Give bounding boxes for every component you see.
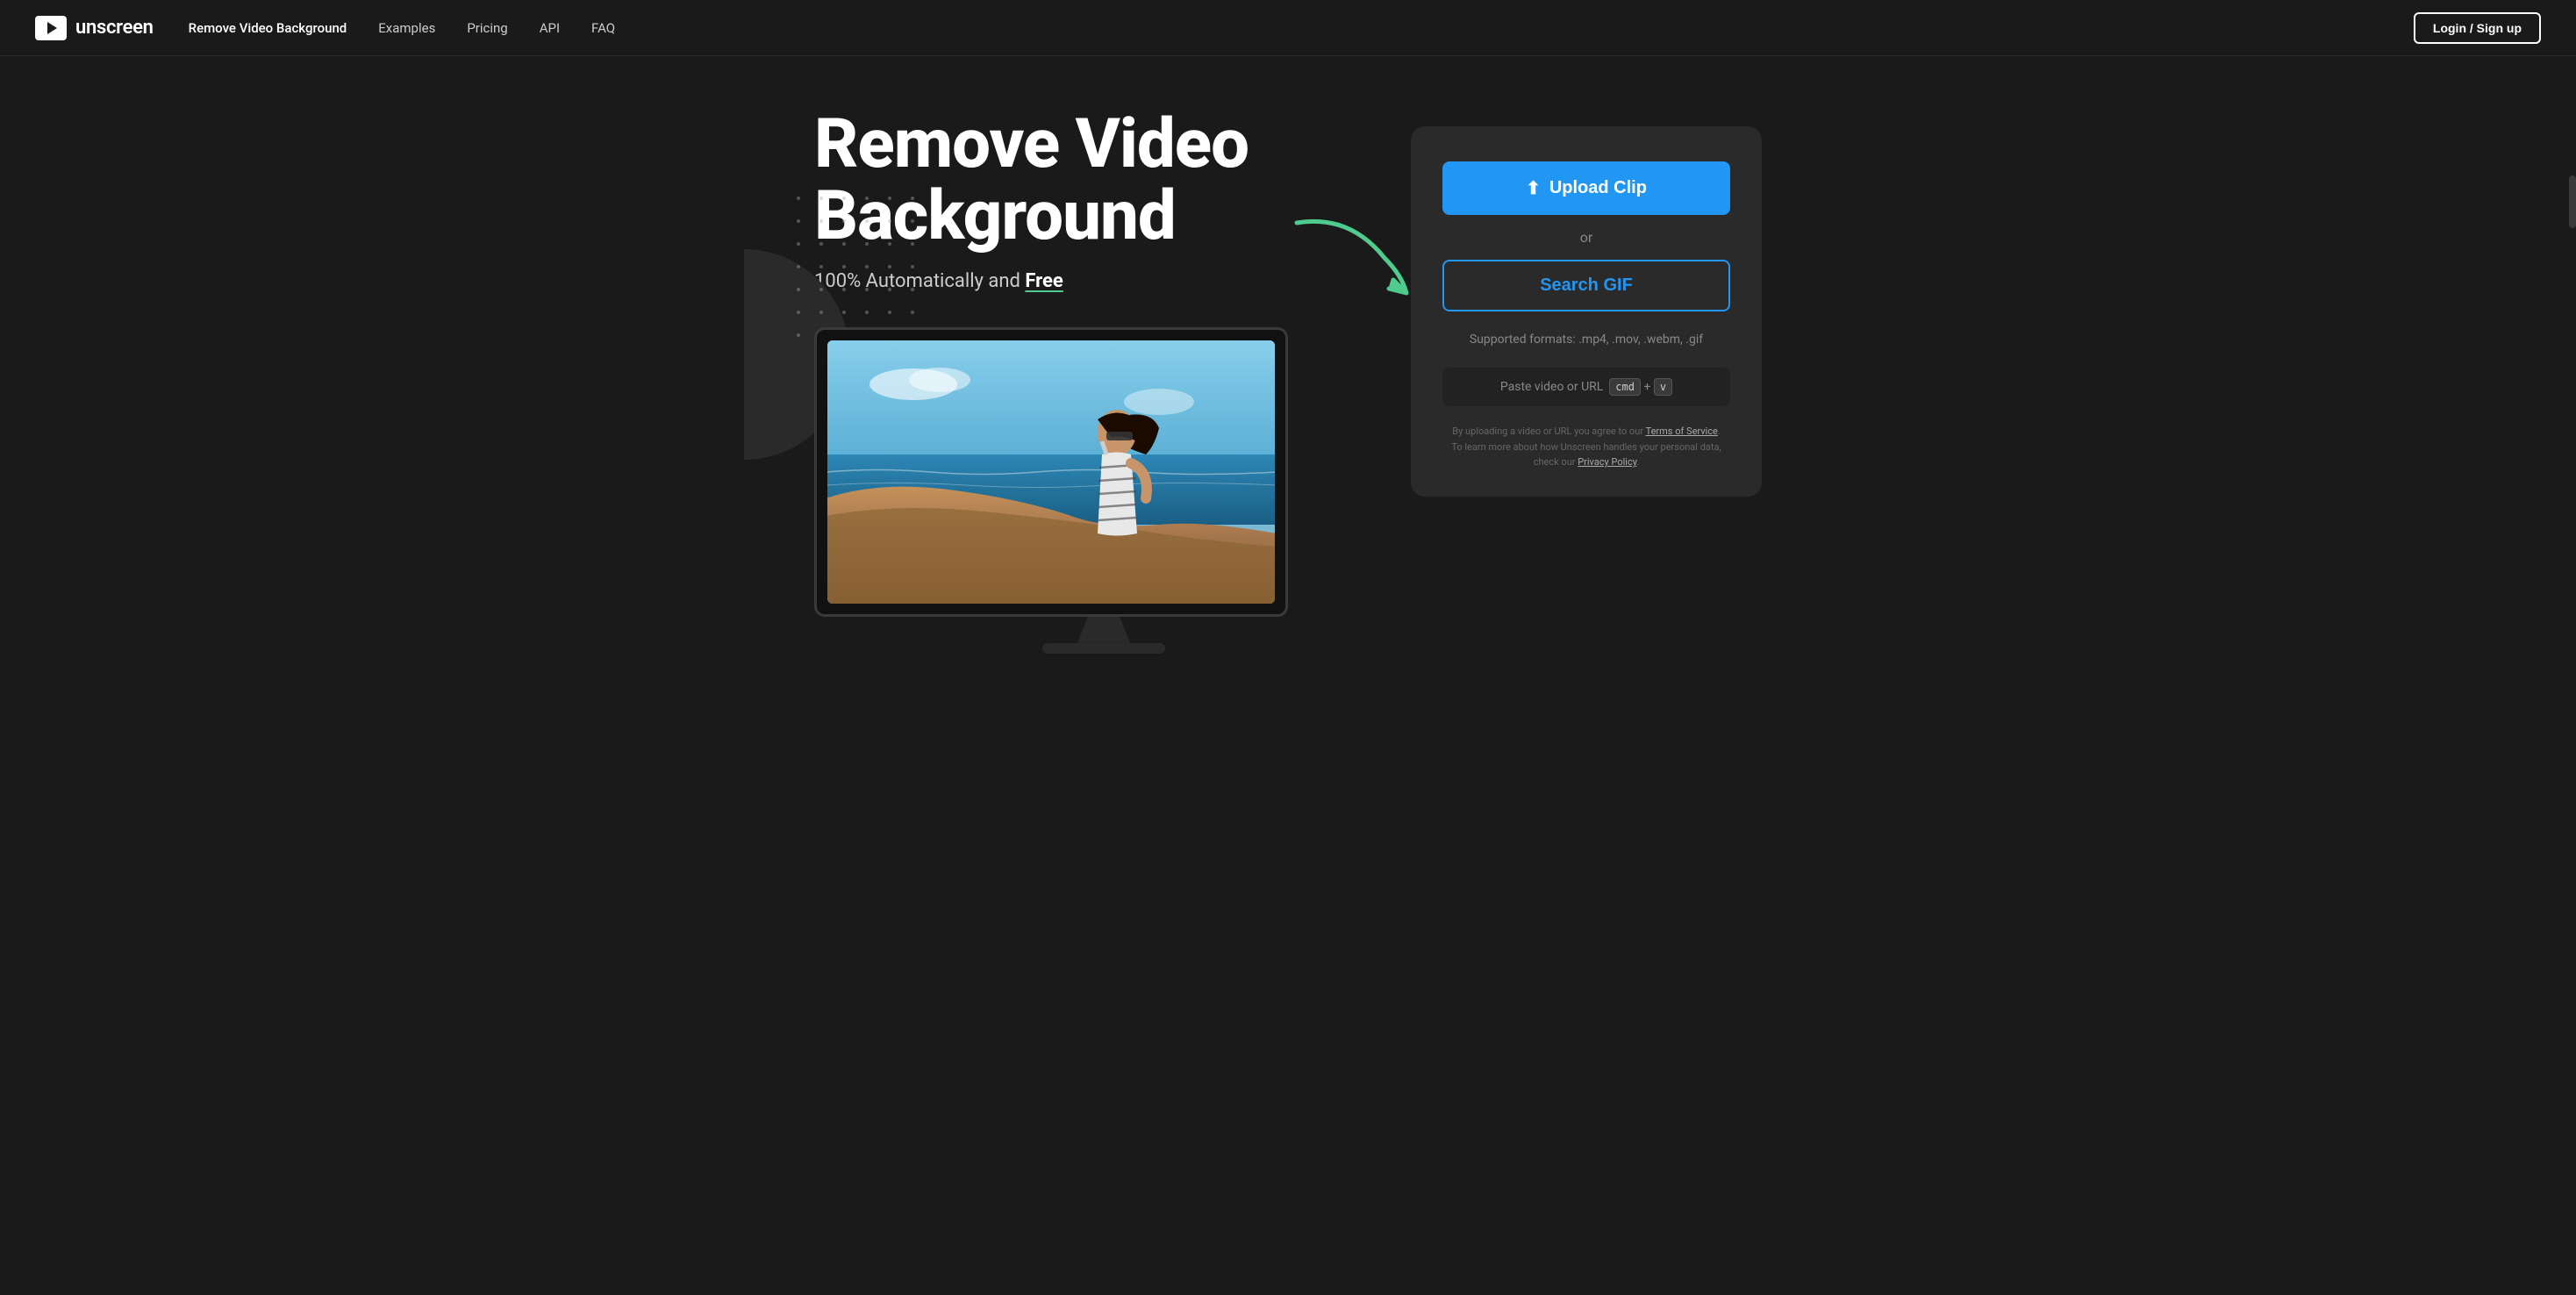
search-gif-button[interactable]: Search GIF: [1442, 260, 1730, 311]
cmd-key: cmd: [1609, 378, 1641, 396]
plus-sign: +: [1643, 380, 1650, 394]
login-button[interactable]: Login / Sign up: [2414, 12, 2541, 44]
nav-link-remove-video[interactable]: Remove Video Background: [189, 20, 347, 36]
logo-icon: [35, 16, 67, 40]
upload-icon: ⬆: [1526, 177, 1541, 199]
logo[interactable]: unscreen: [35, 16, 154, 40]
monitor-base: [1042, 643, 1165, 654]
monitor-frame: [814, 327, 1288, 617]
nav-links: Remove Video Background Examples Pricing…: [189, 20, 615, 36]
upload-clip-label: Upload Clip: [1549, 178, 1647, 198]
nav-left: unscreen Remove Video Background Example…: [35, 16, 615, 40]
hero-right: ⬆ Upload Clip or Search GIF Supported fo…: [1411, 126, 1762, 497]
nav-link-faq[interactable]: FAQ: [591, 20, 615, 36]
hero-title-line1: Remove Video: [814, 104, 1249, 184]
nav-link-examples[interactable]: Examples: [378, 20, 435, 36]
decorative-arrow: [1279, 205, 1420, 311]
terms-of-service-link[interactable]: Terms of Service: [1646, 426, 1718, 437]
monitor-screen: [827, 340, 1275, 604]
hero-left: Remove Video Background 100% Automatical…: [814, 109, 1393, 654]
upload-clip-button[interactable]: ⬆ Upload Clip: [1442, 161, 1730, 215]
upload-card: ⬆ Upload Clip or Search GIF Supported fo…: [1411, 126, 1762, 497]
terms-text: By uploading a video or URL you agree to…: [1442, 424, 1730, 470]
nav-link-pricing[interactable]: Pricing: [467, 20, 507, 36]
logo-text: unscreen: [75, 17, 154, 39]
navigation: unscreen Remove Video Background Example…: [0, 0, 2576, 56]
paste-area: Paste video or URL cmd + v: [1442, 368, 1730, 406]
scrollbar[interactable]: [2569, 175, 2576, 228]
hero-section: Remove Video Background 100% Automatical…: [674, 56, 1902, 689]
supported-formats-text: Supported formats: .mp4, .mov, .webm, .g…: [1442, 333, 1730, 347]
nav-link-api[interactable]: API: [540, 20, 560, 36]
privacy-policy-link[interactable]: Privacy Policy: [1578, 456, 1636, 468]
monitor-decoration: [814, 327, 1393, 654]
monitor-stand: [1077, 617, 1130, 643]
hero-subtitle-bold: Free: [1025, 270, 1063, 292]
v-key: v: [1654, 378, 1672, 396]
paste-label: Paste video or URL cmd + v: [1500, 380, 1672, 394]
or-divider: or: [1442, 229, 1730, 246]
